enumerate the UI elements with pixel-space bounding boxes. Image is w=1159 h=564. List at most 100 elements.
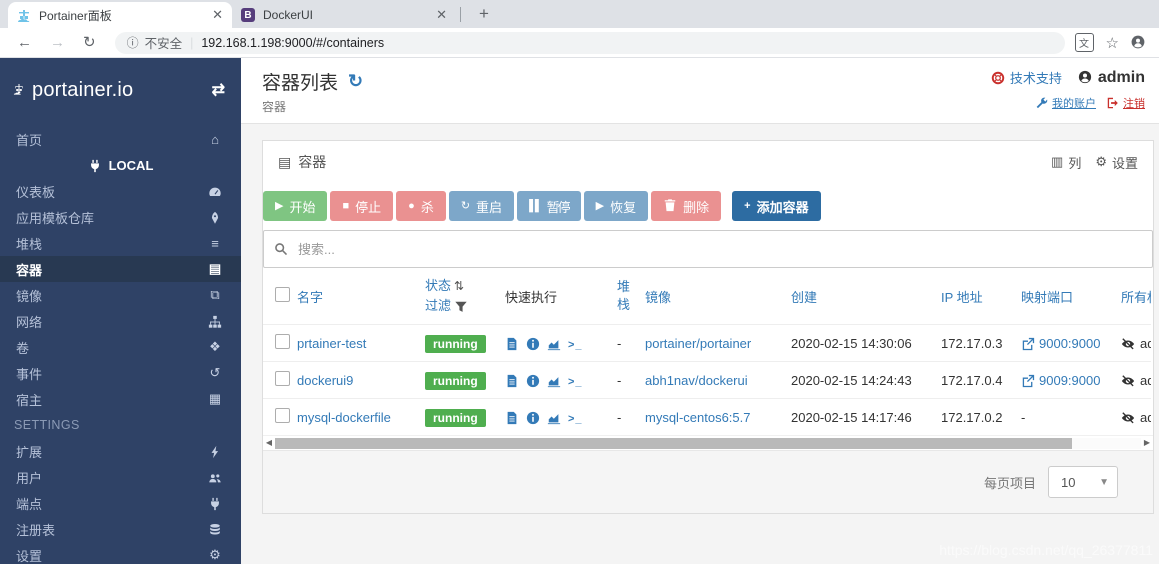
translate-icon[interactable]: 文 <box>1074 33 1094 52</box>
sort-state-header[interactable]: 状态 <box>425 278 451 293</box>
sidebar-item-host[interactable]: 宿主 ▦ <box>0 386 241 412</box>
sidebar-collapse-icon[interactable]: ⇄ <box>212 80 225 100</box>
portainer-logo-icon <box>12 81 26 99</box>
table-settings-button[interactable]: ⚙ 设置 <box>1095 153 1138 172</box>
info-icon[interactable]: ⓘ <box>127 34 139 51</box>
inspect-icon[interactable] <box>526 410 540 426</box>
sidebar-item-events[interactable]: 事件 ↺ <box>0 360 241 386</box>
columns-button[interactable]: ▥ 列 <box>1051 153 1081 172</box>
published-port-link[interactable]: 9000:9000 <box>1021 336 1100 352</box>
logout-link[interactable]: 注销 <box>1106 95 1145 111</box>
sidebar-item-extensions[interactable]: 扩展 <box>0 438 241 464</box>
logs-icon[interactable] <box>505 373 519 389</box>
toolbar-button-kill[interactable]: ● 杀 <box>396 191 446 221</box>
list-icon: ≡ <box>211 235 219 251</box>
refresh-icon[interactable]: ↻ <box>348 71 363 92</box>
container-name-link[interactable]: prtainer-test <box>297 336 366 351</box>
sidebar-item-endpoints[interactable]: 端点 <box>0 490 241 516</box>
search-input[interactable] <box>296 240 1142 258</box>
my-account-link[interactable]: 我的账户 <box>1035 95 1096 111</box>
address-bar[interactable]: ⓘ 不安全 | 192.168.1.198:9000/#/containers <box>114 31 1065 54</box>
toolbar-button-resume[interactable]: ▶ 恢复 <box>583 191 649 221</box>
plus-icon: + <box>744 199 751 212</box>
toolbar-button-pause[interactable]: ▌▌ 暂停 <box>517 191 581 221</box>
sort-ports-header[interactable]: 映射端口 <box>1021 290 1073 305</box>
bookmark-star-icon[interactable]: ☆ <box>1106 34 1119 52</box>
sidebar-item-label: 容器 <box>16 262 43 278</box>
sidebar-item-volumes[interactable]: 卷 ❖ <box>0 334 241 360</box>
stats-icon[interactable] <box>547 336 561 352</box>
row-checkbox[interactable] <box>275 334 290 350</box>
scrollbar-thumb[interactable] <box>275 437 1072 449</box>
actions-toolbar: ▶ 开始 ■ 停止 ● 杀 ↻ 重启 ▌▌ 暂停 ▶ 恢复 删除 + 添加容器 <box>263 183 1153 230</box>
reload-icon[interactable]: ↻ <box>83 35 96 50</box>
image-link[interactable]: mysql-centos6:5.7 <box>645 410 751 425</box>
plug-icon <box>205 495 225 511</box>
row-checkbox[interactable] <box>275 371 290 387</box>
page-size-select[interactable]: 10 ▼ <box>1048 466 1118 499</box>
toolbar-button-restart[interactable]: ↻ 重启 <box>448 191 515 221</box>
sidebar-item-networks[interactable]: 网络 <box>0 308 241 334</box>
play-icon: ▶ <box>595 199 605 212</box>
sidebar-item-registries[interactable]: 注册表 <box>0 516 241 542</box>
inspect-icon[interactable] <box>526 336 540 352</box>
inspect-icon[interactable] <box>526 373 540 389</box>
profile-avatar-icon[interactable] <box>1131 34 1145 52</box>
sidebar-item-dashboard[interactable]: 仪表板 <box>0 178 241 204</box>
sidebar-item-home[interactable]: 首页 ⌂ <box>0 126 241 152</box>
row-checkbox[interactable] <box>275 408 290 424</box>
created-cell: 2020-02-15 14:17:46 <box>787 398 937 436</box>
chevron-down-icon: ▼ <box>1099 476 1109 488</box>
logs-icon[interactable] <box>505 336 519 352</box>
sort-stack-header[interactable]: 堆栈 <box>617 279 630 312</box>
stats-icon[interactable] <box>547 410 561 426</box>
sidebar-item-containers[interactable]: 容器 ▤ <box>0 256 241 282</box>
toolbar-button-stop[interactable]: ■ 停止 <box>330 191 394 221</box>
sort-image-header[interactable]: 镜像 <box>645 290 671 305</box>
container-name-link[interactable]: mysql-dockerfile <box>297 410 391 425</box>
console-icon[interactable]: >_ <box>568 339 583 351</box>
ip-cell: 172.17.0.3 <box>937 324 1017 362</box>
new-tab-button[interactable]: + <box>473 3 495 25</box>
sort-ip-header[interactable]: IP 地址 <box>941 290 983 305</box>
forward-icon[interactable]: → <box>50 35 65 50</box>
logs-icon[interactable] <box>505 410 519 426</box>
scrollbar-track[interactable] <box>275 437 1141 449</box>
browser-tab-dockerui[interactable]: B DockerUI ✕ <box>232 2 456 28</box>
support-link[interactable]: 技术支持 <box>991 68 1062 87</box>
sidebar-item-label: 镜像 <box>16 288 43 304</box>
stats-icon[interactable] <box>547 373 561 389</box>
console-icon[interactable]: >_ <box>568 413 583 425</box>
container-name-link[interactable]: dockerui9 <box>297 373 353 388</box>
sidebar-item-app-templates[interactable]: 应用模板仓库 <box>0 204 241 230</box>
tab-divider <box>460 7 461 22</box>
sort-created-header[interactable]: 创建 <box>791 290 817 305</box>
browser-tab-portainer[interactable]: Portainer面板 ✕ <box>8 2 232 28</box>
scroll-left-arrow[interactable]: ◀ <box>263 439 275 447</box>
sort-ownership-header[interactable]: 所有权 <box>1121 290 1151 305</box>
sign-out-icon <box>1106 96 1120 110</box>
scroll-right-arrow[interactable]: ▶ <box>1141 439 1153 447</box>
tab-close-icon[interactable]: ✕ <box>212 7 223 23</box>
image-link[interactable]: portainer/portainer <box>645 336 751 351</box>
toolbar-button-remove[interactable]: 删除 <box>651 191 722 221</box>
toolbar-button-add-container[interactable]: + 添加容器 <box>732 191 821 221</box>
user-menu[interactable]: admin <box>1078 69 1145 87</box>
sort-icon[interactable]: ⇅ <box>454 279 464 293</box>
horizontal-scrollbar[interactable]: ◀ ▶ <box>263 435 1153 450</box>
console-icon[interactable]: >_ <box>568 376 583 388</box>
published-port-link[interactable]: 9009:9000 <box>1021 373 1100 389</box>
sidebar-item-images[interactable]: 镜像 ⧉ <box>0 282 241 308</box>
sidebar-item-settings[interactable]: 设置 ⚙ <box>0 542 241 564</box>
sidebar-item-users[interactable]: 用户 <box>0 464 241 490</box>
select-all-checkbox[interactable] <box>275 287 290 303</box>
back-icon[interactable]: ← <box>17 35 32 50</box>
image-link[interactable]: abh1nav/dockerui <box>645 373 748 388</box>
filter-state-header[interactable]: 过滤 <box>425 298 451 313</box>
sort-name-header[interactable]: 名字 <box>297 290 323 305</box>
ports-cell: - <box>1017 398 1117 436</box>
sidebar-item-stacks[interactable]: 堆栈 ≡ <box>0 230 241 256</box>
filter-icon[interactable] <box>454 298 468 313</box>
tab-close-icon[interactable]: ✕ <box>436 7 447 23</box>
toolbar-button-start[interactable]: ▶ 开始 <box>263 191 328 221</box>
